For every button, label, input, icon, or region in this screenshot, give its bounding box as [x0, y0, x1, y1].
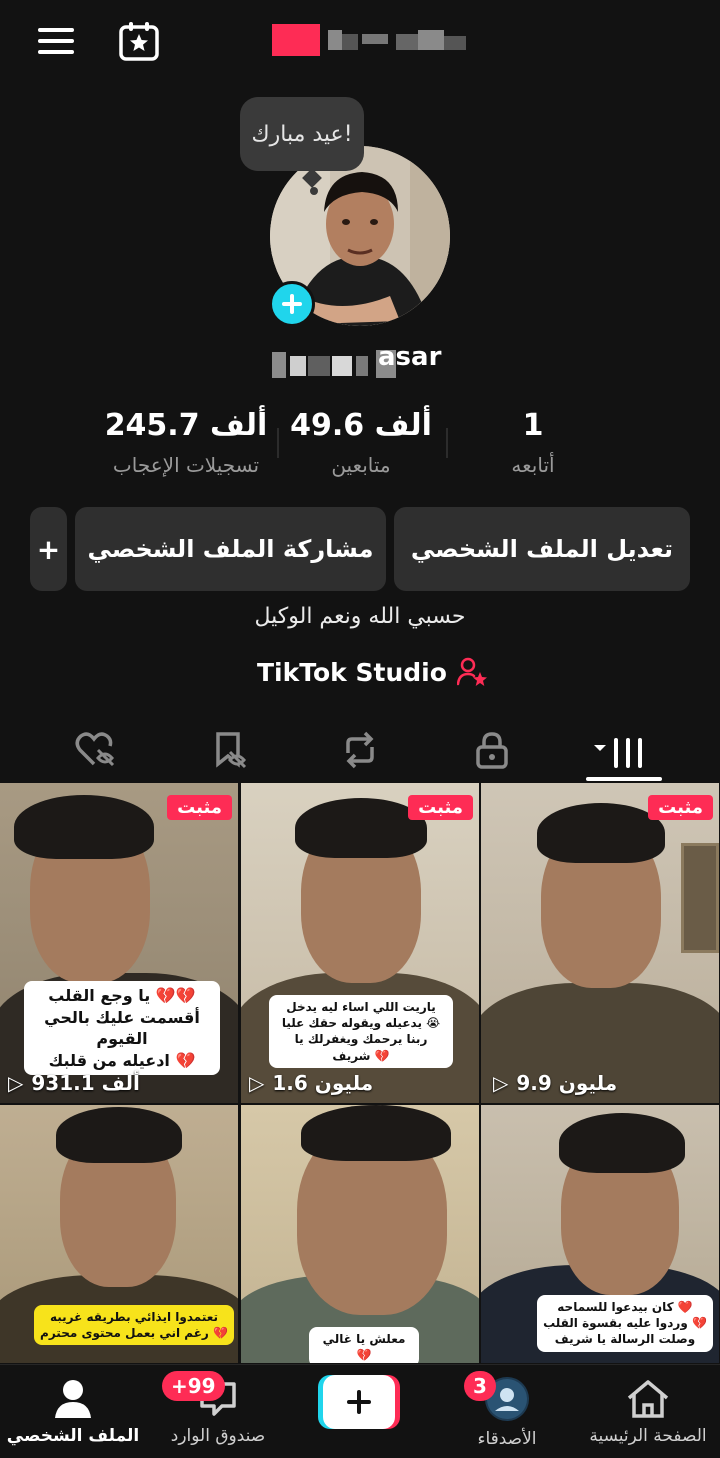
inbox-badge: +99 — [162, 1371, 225, 1401]
status-bubble[interactable]: عيد مبارك! — [240, 97, 364, 171]
followers-label: متابعين — [331, 453, 391, 477]
play-icon: ▷ — [493, 1071, 509, 1095]
pinned-badge: مثبت — [648, 795, 713, 820]
share-profile-button[interactable]: مشاركة الملف الشخصي — [75, 507, 386, 591]
nav-home-label: الصفحة الرئيسية — [589, 1426, 707, 1446]
following-label: أتابعه — [511, 453, 555, 477]
video-thumbnail[interactable]: مثبت ▷ 9.9 مليون — [481, 783, 719, 1103]
view-count: ▷ 931.1 ألف — [8, 1071, 140, 1095]
nav-home[interactable]: الصفحة الرئيسية — [586, 1365, 710, 1458]
bubble-text: عيد مبارك! — [251, 121, 353, 147]
pinned-badge: مثبت — [167, 795, 232, 820]
video-thumbnail[interactable]: معلش يا غالي 💔 — [241, 1105, 479, 1363]
stat-followers[interactable]: 49.6 ألف متابعين — [286, 408, 436, 477]
video-grid: مثبت ▷ 9.9 مليون ياريت اللي اساء ليه يدخ… — [0, 783, 720, 1363]
divider — [446, 428, 448, 458]
video-caption: كان بيدعوا للسماحه ❤️ وردوا عليه بقسوة ا… — [537, 1295, 713, 1352]
nav-profile-label: الملف الشخصي — [6, 1426, 140, 1446]
play-icon: ▷ — [8, 1071, 24, 1095]
bio-text: حسبي الله ونعم الوكيل — [254, 604, 466, 629]
tab-saved[interactable] — [198, 718, 262, 782]
add-avatar-button[interactable] — [269, 281, 315, 327]
view-count-text: 1.6 مليون — [272, 1071, 374, 1095]
home-icon — [627, 1380, 669, 1418]
add-friends-button[interactable]: + — [30, 507, 67, 591]
divider — [277, 428, 279, 458]
friends-badge: 3 — [464, 1371, 496, 1401]
nav-friends-label: الأصدقاء — [477, 1429, 537, 1449]
edit-profile-button[interactable]: تعديل الملف الشخصي — [394, 507, 690, 591]
following-count: 1 — [522, 408, 544, 443]
video-caption: ياريت اللي اساء ليه يدخل يدعيله ويقوله ح… — [269, 995, 453, 1068]
view-count-text: 9.9 مليون — [516, 1071, 618, 1095]
create-button[interactable] — [318, 1375, 400, 1429]
video-thumbnail[interactable]: يا وجع القلب 💔💔 أقسمت عليك بالحي القيوم … — [0, 783, 238, 1103]
hamburger-icon[interactable] — [38, 26, 76, 56]
stat-following[interactable]: 1 أتابعه — [490, 408, 576, 477]
view-count: ▷ 1.6 مليون — [249, 1071, 373, 1095]
view-count: ▷ 9.9 مليون — [493, 1071, 617, 1095]
nav-profile[interactable]: الملف الشخصي — [7, 1365, 139, 1458]
tab-reposts[interactable] — [328, 718, 392, 782]
repost-icon — [346, 731, 374, 769]
video-thumbnail[interactable]: تعتمدوا ايذائي بطريقه غريبه رغم اني بعمل… — [0, 1105, 238, 1363]
hidden-bookmark-icon — [216, 732, 247, 769]
content-tabs — [0, 718, 720, 782]
create-plus-icon — [318, 1375, 400, 1429]
video-caption: تعتمدوا ايذائي بطريقه غريبه رغم اني بعمل… — [34, 1305, 234, 1346]
hidden-heart-icon — [75, 732, 115, 767]
pinned-badge: مثبت — [408, 795, 473, 820]
followers-count: 49.6 ألف — [290, 408, 432, 443]
grid-icon — [594, 738, 642, 768]
username-handle: asar — [378, 342, 442, 372]
lock-icon — [476, 732, 508, 769]
stat-likes[interactable]: 245.7 ألف تسجيلات الإعجاب — [100, 408, 272, 477]
view-count-text: 931.1 ألف — [31, 1071, 140, 1095]
username-title[interactable] — [272, 24, 472, 58]
calendar-star-icon[interactable] — [118, 20, 160, 62]
tiktok-studio-link[interactable]: TikTok Studio — [257, 654, 489, 690]
username-handle-pixelated — [272, 344, 472, 380]
video-caption: معلش يا غالي 💔 — [309, 1327, 419, 1363]
video-thumbnail[interactable]: كان بيدعوا للسماحه ❤️ وردوا عليه بقسوة ا… — [481, 1105, 719, 1363]
top-bar — [0, 0, 720, 84]
tab-private[interactable] — [460, 718, 524, 782]
profile-icon — [55, 1380, 91, 1418]
video-caption: يا وجع القلب 💔💔 أقسمت عليك بالحي القيوم … — [24, 981, 220, 1076]
video-thumbnail[interactable]: ياريت اللي اساء ليه يدخل يدعيله ويقوله ح… — [241, 783, 479, 1103]
likes-label: تسجيلات الإعجاب — [112, 453, 260, 477]
play-icon: ▷ — [249, 1071, 265, 1095]
tab-videos[interactable] — [584, 718, 656, 782]
nav-inbox-label: صندوق الوارد — [170, 1426, 266, 1446]
studio-label: TikTok Studio — [257, 657, 447, 687]
plus-icon — [282, 294, 302, 314]
bubble-dot — [310, 187, 318, 195]
person-star-icon — [456, 657, 487, 686]
tab-liked[interactable] — [64, 718, 128, 782]
tab-indicator — [586, 777, 662, 781]
likes-count: 245.7 ألف — [104, 408, 268, 443]
